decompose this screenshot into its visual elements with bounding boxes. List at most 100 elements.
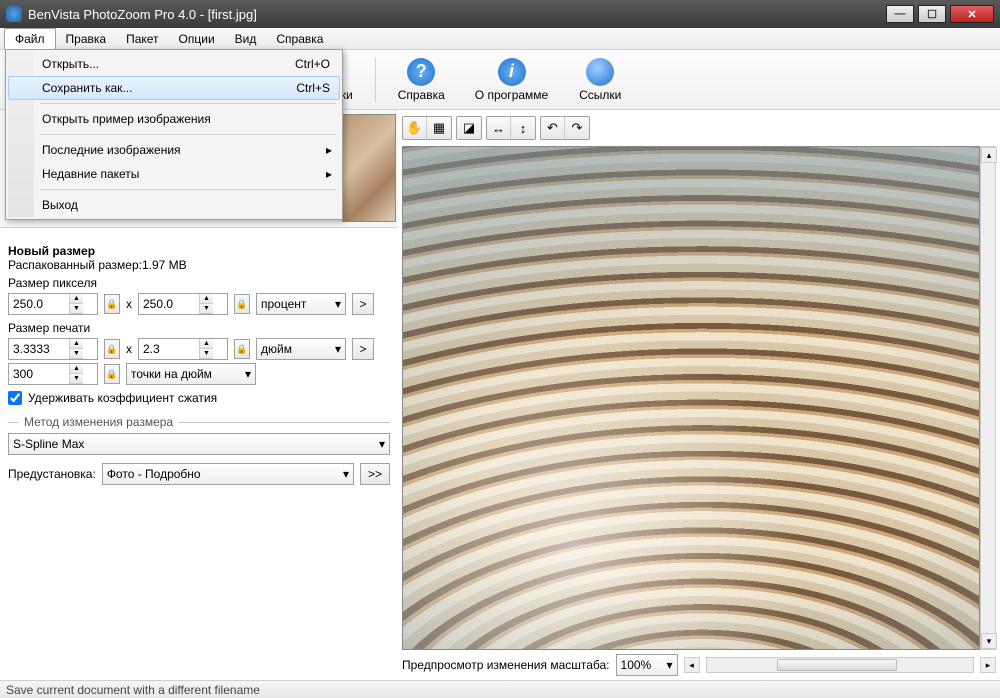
preset-label: Предустановка: (8, 467, 96, 481)
spinner[interactable]: ▲▼ (69, 364, 83, 384)
menu-batch[interactable]: Пакет (116, 29, 168, 49)
resize-method-select[interactable]: S-Spline Max▾ (8, 433, 390, 455)
lock-aspect-icon[interactable]: 🔒 (104, 364, 120, 384)
spinner[interactable]: ▲▼ (69, 339, 83, 359)
close-button[interactable]: ✕ (950, 5, 994, 23)
crop-tool-button[interactable]: ◪ (457, 117, 481, 139)
file-menu-dropdown: Открыть... Ctrl+O Сохранить как... Ctrl+… (5, 49, 343, 220)
chevron-down-icon: ▾ (335, 297, 341, 311)
menu-recent-images[interactable]: Последние изображения (8, 138, 340, 162)
hand-tool-button[interactable]: ✋ (403, 117, 427, 139)
unpacked-size-label: Распакованный размер:1.97 MB (8, 258, 390, 272)
menu-view[interactable]: Вид (225, 29, 267, 49)
menu-open-example-label: Открыть пример изображения (42, 112, 211, 126)
pixel-height-input[interactable]: ▲▼ (138, 293, 228, 315)
menu-exit[interactable]: Выход (8, 193, 340, 217)
preset-row: Предустановка: Фото - Подробно▾ >> (8, 463, 390, 485)
window-controls: — ☐ ✕ (886, 5, 994, 23)
dpi-field[interactable] (9, 367, 69, 381)
lock-aspect-icon[interactable]: 🔒 (234, 294, 250, 314)
menu-edit[interactable]: Правка (56, 29, 117, 49)
flip-vertical-button[interactable]: ↕ (511, 117, 535, 139)
lock-aspect-icon[interactable]: 🔒 (104, 339, 120, 359)
source-thumbnail[interactable] (342, 114, 396, 222)
menu-open-accel: Ctrl+O (295, 57, 330, 71)
help-icon: ? (407, 58, 435, 86)
keep-ratio-checkbox[interactable] (8, 391, 22, 405)
pixel-unit-select[interactable]: процент▾ (256, 293, 346, 315)
spinner[interactable]: ▲▼ (69, 294, 83, 314)
toolbar-about[interactable]: i О программе (467, 54, 556, 106)
menu-open[interactable]: Открыть... Ctrl+O (8, 52, 340, 76)
menu-recent-batches-label: Недавние пакеты (42, 167, 139, 181)
spinner[interactable]: ▲▼ (199, 294, 213, 314)
marquee-tool-button[interactable]: ▦ (427, 117, 451, 139)
menu-exit-label: Выход (42, 198, 78, 212)
lock-aspect-icon[interactable]: 🔒 (234, 339, 250, 359)
print-unit-select[interactable]: дюйм▾ (256, 338, 346, 360)
pixel-width-input[interactable]: ▲▼ (8, 293, 98, 315)
scrollbar-thumb[interactable] (777, 659, 897, 671)
pixel-height-field[interactable] (139, 297, 199, 311)
pixel-size-row: ▲▼ 🔒 x ▲▼ 🔒 процент▾ > (8, 293, 390, 315)
rotate-left-button[interactable]: ↶ (541, 117, 565, 139)
print-height-input[interactable]: ▲▼ (138, 338, 228, 360)
maximize-button[interactable]: ☐ (918, 5, 946, 23)
chevron-down-icon: ▾ (245, 367, 251, 381)
pixel-width-field[interactable] (9, 297, 69, 311)
menu-save-as-accel: Ctrl+S (296, 81, 330, 95)
scroll-up-button[interactable]: ▴ (981, 147, 997, 163)
keep-ratio-row: Удерживать коэффициент сжатия (8, 391, 390, 405)
toolbar-help[interactable]: ? Справка (390, 54, 453, 106)
spinner[interactable]: ▲▼ (199, 339, 213, 359)
pixel-size-more-button[interactable]: > (352, 293, 374, 315)
print-size-label: Размер печати (8, 321, 390, 335)
scroll-right-button[interactable]: ▸ (980, 657, 996, 673)
menu-separator (40, 134, 336, 135)
preset-select[interactable]: Фото - Подробно▾ (102, 463, 354, 485)
keep-ratio-label: Удерживать коэффициент сжатия (28, 391, 217, 405)
rotate-right-button[interactable]: ↷ (565, 117, 589, 139)
lock-aspect-icon[interactable]: 🔒 (104, 294, 120, 314)
zoom-select[interactable]: 100%▾ (616, 654, 678, 676)
globe-icon (586, 58, 614, 86)
menu-open-example[interactable]: Открыть пример изображения (8, 107, 340, 131)
right-panel: ✋ ▦ ◪ ↔ ↕ ↶ ↷ ▴ ▾ Предпросмотр изменения (398, 110, 1000, 680)
print-height-field[interactable] (139, 342, 199, 356)
menu-open-label: Открыть... (42, 57, 99, 71)
image-preview[interactable] (402, 146, 980, 650)
print-width-field[interactable] (9, 342, 69, 356)
menu-recent-batches[interactable]: Недавние пакеты (8, 162, 340, 186)
print-width-input[interactable]: ▲▼ (8, 338, 98, 360)
menu-separator (40, 189, 336, 190)
print-size-more-button[interactable]: > (352, 338, 374, 360)
minimize-button[interactable]: — (886, 5, 914, 23)
toolbar-links[interactable]: Ссылки (570, 54, 630, 106)
dpi-unit-select[interactable]: точки на дюйм▾ (126, 363, 256, 385)
dpi-input[interactable]: ▲▼ (8, 363, 98, 385)
menu-file[interactable]: Файл (4, 28, 56, 49)
scroll-down-button[interactable]: ▾ (981, 633, 997, 649)
menu-help[interactable]: Справка (266, 29, 333, 49)
toolbar-help-label: Справка (398, 88, 445, 102)
app-icon (6, 6, 22, 22)
menu-bar: Файл Правка Пакет Опции Вид Справка (0, 28, 1000, 50)
window-titlebar: BenVista PhotoZoom Pro 4.0 - [first.jpg]… (0, 0, 1000, 28)
flip-horizontal-button[interactable]: ↔ (487, 117, 511, 139)
menu-save-as[interactable]: Сохранить как... Ctrl+S (8, 76, 340, 100)
status-bar: Save current document with a different f… (0, 680, 1000, 698)
pixel-size-label: Размер пикселя (8, 276, 390, 290)
info-icon: i (498, 58, 526, 86)
scroll-left-button[interactable]: ◂ (684, 657, 700, 673)
horizontal-scrollbar[interactable] (706, 657, 974, 673)
preset-more-button[interactable]: >> (360, 463, 390, 485)
preview-toolbar: ✋ ▦ ◪ ↔ ↕ ↶ ↷ (402, 114, 996, 146)
menu-options[interactable]: Опции (169, 29, 225, 49)
resize-method-header: Метод изменения размера (8, 415, 390, 429)
vertical-scrollbar[interactable]: ▴ ▾ (980, 146, 996, 650)
menu-separator (40, 103, 336, 104)
toolbar-links-label: Ссылки (579, 88, 621, 102)
times-label: x (126, 297, 132, 311)
print-size-row: ▲▼ 🔒 x ▲▼ 🔒 дюйм▾ > (8, 338, 390, 360)
chevron-down-icon: ▾ (343, 467, 349, 481)
